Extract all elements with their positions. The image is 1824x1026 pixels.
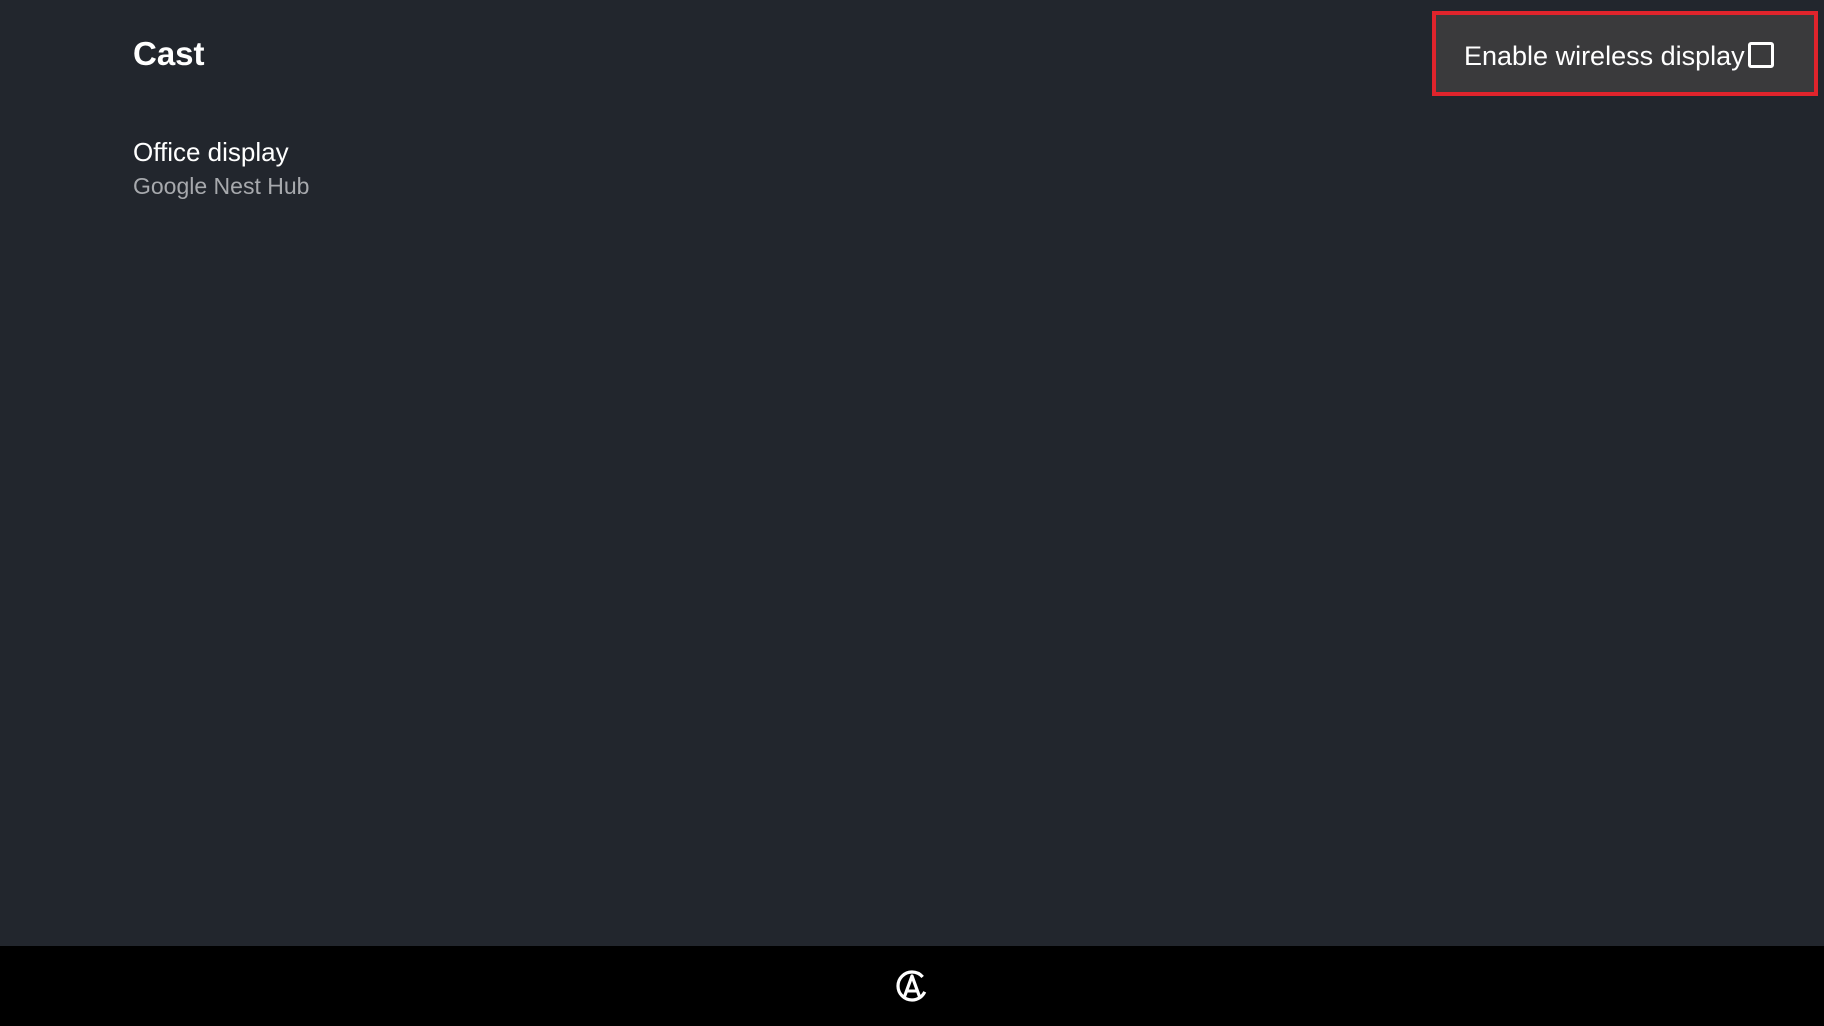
enable-wireless-display-label: Enable wireless display bbox=[1464, 41, 1745, 71]
app-content: Cast Enable wireless display Office disp… bbox=[0, 0, 1824, 946]
device-name: Office display bbox=[133, 137, 289, 167]
device-model: Google Nest Hub bbox=[133, 173, 310, 199]
cast-screen: Cast Enable wireless display Office disp… bbox=[0, 0, 1824, 1026]
enable-wireless-display-toggle[interactable]: Enable wireless display bbox=[1432, 11, 1818, 96]
navigation-bar bbox=[0, 946, 1824, 1026]
cast-device-item[interactable]: Office display Google Nest Hub bbox=[133, 134, 633, 202]
launcher-logo-icon[interactable] bbox=[895, 969, 929, 1003]
page-title: Cast bbox=[133, 35, 205, 72]
wireless-display-checkbox[interactable] bbox=[1748, 42, 1774, 68]
